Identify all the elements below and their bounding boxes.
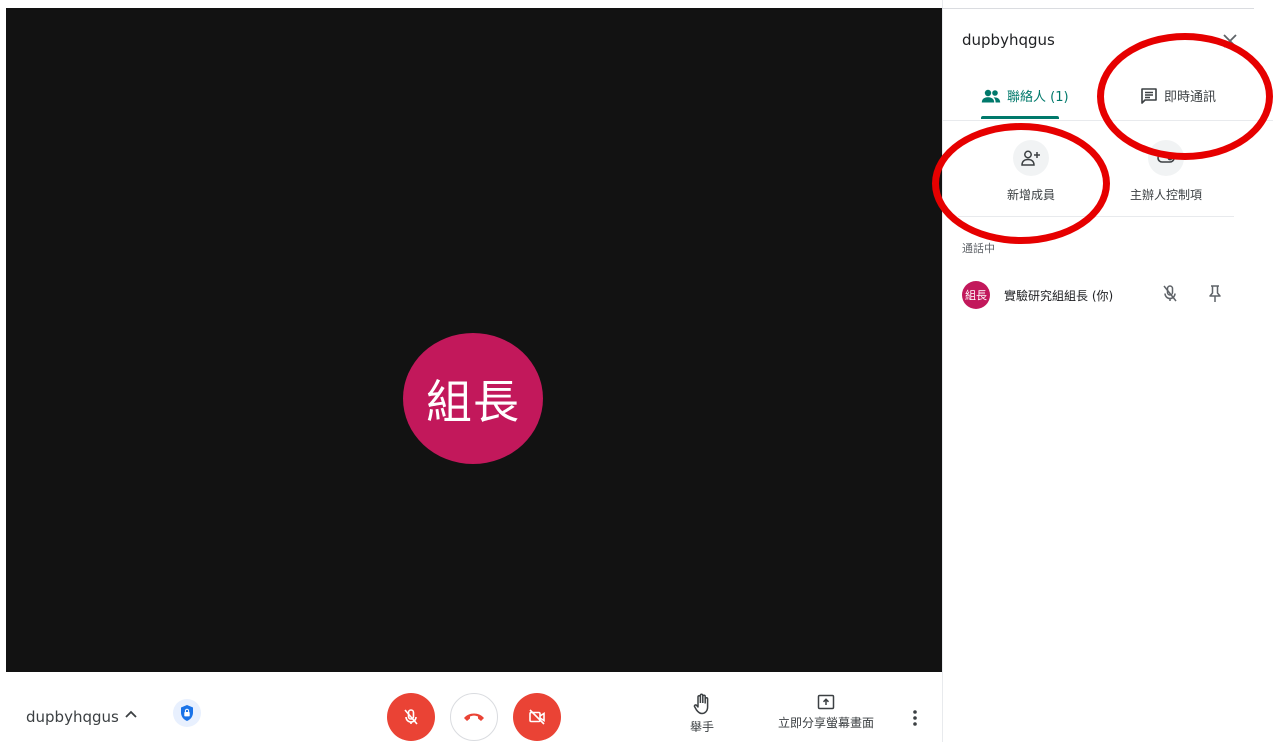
shield-lock-icon bbox=[181, 705, 193, 721]
participant-row[interactable]: 組長 實驗研究組組長 (你) bbox=[962, 281, 1230, 309]
tab-people-label: 聯絡人 (1) bbox=[1007, 90, 1069, 105]
tab-people[interactable]: 聯絡人 (1) bbox=[981, 86, 1069, 105]
panel-title: dupbyhqgus bbox=[962, 31, 1055, 49]
participant-avatar: 組長 bbox=[962, 281, 990, 309]
raise-hand-label: 舉手 bbox=[689, 720, 714, 734]
raise-hand-button[interactable]: 舉手 bbox=[678, 693, 726, 735]
hand-icon bbox=[693, 693, 709, 715]
camera-off-icon bbox=[529, 709, 545, 725]
present-now-label: 立即分享螢幕畫面 bbox=[778, 716, 875, 730]
annotation-circle-chat bbox=[1097, 33, 1273, 160]
chevron-up-icon[interactable] bbox=[123, 706, 139, 722]
participant-name: 實驗研究組組長 (你) bbox=[1004, 288, 1114, 303]
present-screen-icon bbox=[817, 694, 835, 710]
meet-window: 組長 dupbyhqgus 舉手 立即分享螢幕畫面 dupbyhqgus 聯絡人… bbox=[0, 0, 1273, 742]
participant-mic-off-icon bbox=[1163, 285, 1177, 302]
annotation-circle-add-people bbox=[932, 123, 1110, 244]
panel-top-divider bbox=[942, 8, 1254, 9]
people-icon bbox=[981, 89, 1001, 102]
in-call-section-label: 通話中 bbox=[962, 242, 995, 255]
more-options-button[interactable] bbox=[905, 706, 925, 730]
meeting-code[interactable]: dupbyhqgus bbox=[26, 708, 119, 726]
pin-icon[interactable] bbox=[1206, 284, 1224, 304]
video-stage: 組長 bbox=[6, 8, 942, 672]
camera-toggle-button[interactable] bbox=[513, 693, 561, 741]
main-participant-avatar: 組長 bbox=[403, 333, 543, 464]
present-now-button[interactable]: 立即分享螢幕畫面 bbox=[778, 693, 874, 731]
more-vert-icon bbox=[913, 710, 917, 726]
microphone-toggle-button[interactable] bbox=[387, 693, 435, 741]
active-tab-indicator bbox=[981, 116, 1059, 119]
host-controls-label: 主辦人控制項 bbox=[1129, 188, 1202, 202]
mic-off-icon bbox=[404, 709, 418, 725]
security-shield-button[interactable] bbox=[173, 699, 201, 727]
hang-up-button[interactable] bbox=[450, 693, 498, 741]
hang-up-phone-icon bbox=[464, 713, 484, 721]
